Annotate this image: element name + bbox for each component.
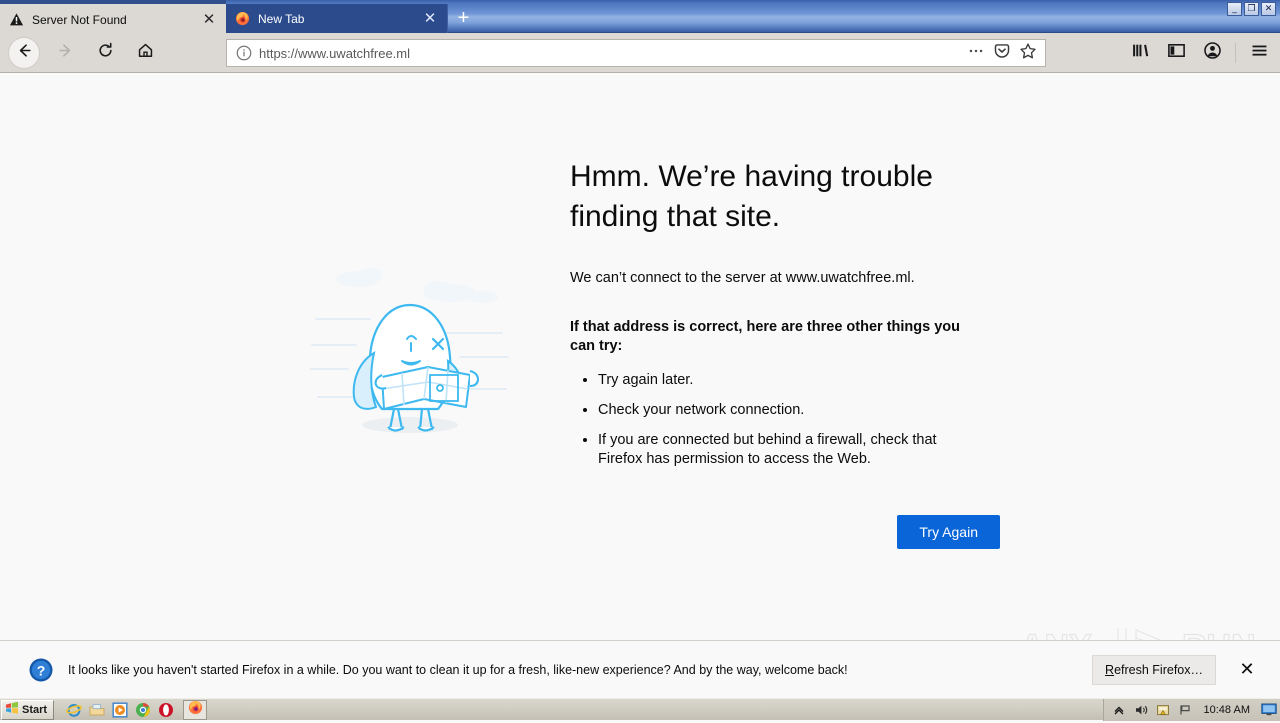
neterror-short-description: We can’t connect to the server at www.uw… (570, 270, 915, 287)
try-again-button[interactable]: Try Again (897, 515, 1000, 550)
security-shield-icon[interactable] (1156, 703, 1171, 718)
neterror-title: Hmm. We’re having trouble finding that s… (570, 160, 933, 233)
url-bar[interactable]: https://www.uwatchfree.ml (226, 39, 1046, 67)
list-item: Try again later. (598, 371, 970, 390)
media-player-icon[interactable] (112, 702, 128, 718)
tab-close-button[interactable]: ✕ (200, 11, 218, 29)
refresh-accesskey: R (1105, 662, 1115, 677)
notification-message: It looks like you haven't started Firefo… (68, 662, 848, 677)
firefox-icon (234, 11, 250, 27)
tab-server-not-found[interactable]: Server Not Found ✕ (0, 4, 226, 33)
title-bar: _ ❐ ✕ Server Not Found ✕ New Tab ✕ + (0, 0, 1280, 33)
plus-icon: + (457, 7, 470, 29)
neterror-long-intro: If that address is correct, here are thr… (570, 319, 960, 355)
list-item: If you are connected but behind a firewa… (598, 431, 970, 469)
neterror-suggestion-list: Try again later. Check your network conn… (570, 371, 1010, 470)
info-circle-icon[interactable] (235, 44, 253, 62)
show-hidden-icons-chevron[interactable] (1112, 703, 1127, 718)
hamburger-menu-icon (1250, 41, 1269, 65)
neterror-text: Hmm. We’re having trouble finding that s… (560, 157, 1010, 550)
back-button[interactable] (8, 36, 40, 69)
start-label: Start (22, 703, 48, 716)
library-icon (1131, 41, 1150, 65)
home-icon (137, 42, 154, 64)
firefox-icon (188, 700, 203, 720)
tab-new-tab[interactable]: New Tab ✕ (226, 4, 447, 33)
refresh-firefox-button[interactable]: Refresh Firefox… (1092, 654, 1216, 685)
opera-icon[interactable] (158, 702, 174, 718)
volume-icon[interactable] (1134, 703, 1149, 718)
account-icon (1203, 41, 1222, 65)
notification-close-button[interactable]: ✕ (1234, 657, 1260, 683)
list-item: Check your network connection. (598, 401, 970, 420)
neterror-illustration (309, 157, 560, 452)
quick-launch-bar (66, 702, 174, 718)
tab-strip: Server Not Found ✕ New Tab ✕ + (0, 4, 1280, 33)
pocket-button[interactable] (989, 41, 1015, 65)
reload-button[interactable] (88, 36, 122, 70)
star-icon (1019, 42, 1037, 65)
windows-logo-icon (5, 701, 19, 718)
taskbar: Start 10:48 AM (0, 698, 1280, 721)
pocket-icon (993, 42, 1011, 65)
refresh-label-rest: efresh Firefox… (1114, 662, 1203, 677)
monitor-icon[interactable] (1261, 703, 1277, 718)
internet-explorer-icon[interactable] (66, 702, 82, 718)
page-actions-button[interactable] (963, 41, 989, 65)
account-button[interactable] (1197, 39, 1227, 67)
reload-icon (97, 42, 114, 64)
chrome-icon[interactable] (135, 702, 151, 718)
start-button[interactable]: Start (1, 699, 55, 720)
clock[interactable]: 10:48 AM (1204, 704, 1250, 716)
sidebar-button[interactable] (1161, 39, 1191, 67)
sidebar-icon (1167, 41, 1186, 65)
tab-close-button[interactable]: ✕ (421, 10, 439, 28)
app-menu-button[interactable] (1244, 39, 1274, 67)
back-arrow-icon (16, 42, 33, 64)
toolbar-separator (1235, 43, 1236, 63)
system-tray: 10:48 AM (1102, 699, 1280, 721)
toolbar-right-buttons (1125, 39, 1274, 67)
notification-bar: ? It looks like you haven't started Fire… (0, 640, 1280, 698)
url-input[interactable]: https://www.uwatchfree.ml (259, 46, 963, 61)
tab-title: New Tab (258, 11, 305, 26)
forward-button[interactable] (48, 36, 82, 70)
tab-title: Server Not Found (32, 12, 127, 27)
forward-arrow-icon (57, 42, 74, 64)
bookmark-button[interactable] (1015, 41, 1041, 65)
page-content: Hmm. We’re having trouble finding that s… (0, 74, 1280, 640)
firefox-taskbar-button[interactable] (183, 699, 208, 720)
neterror-actions: Try Again (570, 515, 1010, 550)
new-tab-button[interactable]: + (447, 4, 479, 33)
file-explorer-icon[interactable] (89, 702, 105, 718)
ellipsis-icon (967, 42, 985, 65)
svg-text:?: ? (37, 662, 46, 678)
warning-triangle-icon (8, 12, 24, 28)
question-mark-circle-icon: ? (28, 657, 54, 683)
neterror-container: Hmm. We’re having trouble finding that s… (309, 157, 1010, 550)
browser-window: _ ❐ ✕ Server Not Found ✕ New Tab ✕ + htt… (0, 0, 1280, 698)
home-button[interactable] (128, 36, 162, 70)
flag-icon[interactable] (1178, 703, 1193, 718)
library-button[interactable] (1125, 39, 1155, 67)
